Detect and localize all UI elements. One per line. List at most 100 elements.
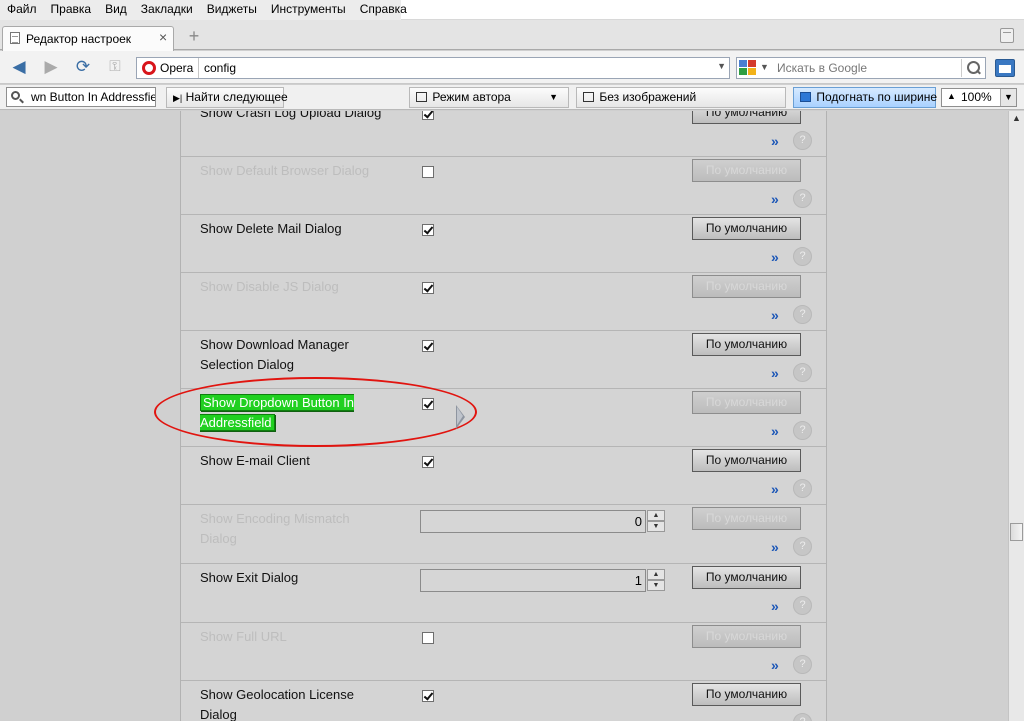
pref-checkbox[interactable] <box>422 111 434 120</box>
close-tab-icon[interactable]: × <box>159 29 167 45</box>
help-icon[interactable]: ? <box>793 189 812 208</box>
default-button[interactable]: По умолчанию <box>692 566 801 589</box>
pref-checkbox[interactable] <box>422 282 434 294</box>
search-field[interactable]: ▼ Искать в Google <box>736 57 986 79</box>
pref-checkbox[interactable] <box>422 224 434 236</box>
default-button[interactable]: По умолчанию <box>692 275 801 298</box>
menu-file[interactable]: Файл <box>0 0 44 20</box>
pref-spinner[interactable]: ▲ ▼ <box>647 510 665 533</box>
more-info-icon[interactable]: » <box>771 657 779 673</box>
more-info-icon[interactable]: » <box>771 191 779 207</box>
tab-preferences-editor[interactable]: Редактор настроек × <box>2 26 174 51</box>
more-info-icon[interactable]: » <box>771 539 779 555</box>
spin-down-icon[interactable]: ▼ <box>647 521 665 532</box>
back-icon[interactable]: ◀ <box>8 57 30 77</box>
more-info-icon[interactable]: » <box>771 249 779 265</box>
more-info-icon[interactable]: » <box>771 715 779 721</box>
search-engine-dropdown-icon[interactable]: ▼ <box>760 62 769 72</box>
pref-row: Show Dropdown Button In Addressfield По у… <box>181 389 826 447</box>
help-icon[interactable]: ? <box>793 713 812 721</box>
default-button[interactable]: По умолчанию <box>692 625 801 648</box>
more-info-icon[interactable]: » <box>771 133 779 149</box>
menu-edit[interactable]: Правка <box>44 0 99 20</box>
spin-down-icon[interactable]: ▼ <box>647 580 665 591</box>
help-icon[interactable]: ? <box>793 596 812 615</box>
help-icon[interactable]: ? <box>793 131 812 150</box>
help-icon[interactable]: ? <box>793 479 812 498</box>
pref-row: Show Geolocation License Dialog По умолча… <box>181 681 826 721</box>
pref-checkbox[interactable] <box>422 398 434 410</box>
help-icon[interactable]: ? <box>793 421 812 440</box>
default-button[interactable]: По умолчанию <box>692 333 801 356</box>
pref-checkbox[interactable] <box>422 166 434 178</box>
menu-bookmarks[interactable]: Закладки <box>134 0 200 20</box>
pref-label-text: Show Crash Log Upload Dialog <box>200 111 382 120</box>
help-icon[interactable]: ? <box>793 537 812 556</box>
mail-icon[interactable] <box>995 59 1015 77</box>
pref-checkbox[interactable] <box>422 340 434 352</box>
more-info-icon[interactable]: » <box>771 307 779 323</box>
help-icon[interactable]: ? <box>793 363 812 382</box>
more-info-icon[interactable]: » <box>771 365 779 381</box>
author-mode-dropdown-icon[interactable]: ▼ <box>549 88 558 107</box>
default-button[interactable]: По умолчанию <box>692 507 801 530</box>
pref-spinner[interactable]: ▲ ▼ <box>647 569 665 592</box>
find-value[interactable]: wn Button In Addressfield <box>31 90 155 104</box>
no-images-button[interactable]: Без изображений <box>576 87 786 108</box>
default-button[interactable]: По умолчанию <box>692 391 801 414</box>
default-button[interactable]: По умолчанию <box>692 217 801 240</box>
fit-width-button[interactable]: Подогнать по ширине <box>793 87 937 108</box>
pref-label: Show Encoding Mismatch Dialog <box>200 509 390 549</box>
spin-up-icon[interactable]: ▲ <box>647 510 665 521</box>
default-button[interactable]: По умолчанию <box>692 159 801 182</box>
more-info-icon[interactable]: » <box>771 423 779 439</box>
search-icon[interactable] <box>961 59 983 77</box>
google-icon[interactable] <box>739 60 757 76</box>
pref-checkbox[interactable] <box>422 690 434 702</box>
author-mode-label: Режим автора <box>432 90 511 104</box>
pref-number-input[interactable]: 0 <box>420 510 646 533</box>
help-icon[interactable]: ? <box>793 247 812 266</box>
default-button[interactable]: По умолчанию <box>692 683 801 706</box>
zoom-dropdown-icon[interactable]: ▼ <box>1000 89 1016 106</box>
default-button[interactable]: По умолчанию <box>692 111 801 124</box>
scrollbar-thumb[interactable] <box>1010 523 1023 541</box>
reload-icon[interactable]: ⟳ <box>72 57 94 77</box>
search-placeholder[interactable]: Искать в Google <box>777 61 867 75</box>
menu-view[interactable]: Вид <box>98 0 134 20</box>
key-icon[interactable]: ⚿ <box>104 57 126 77</box>
zoom-up-icon[interactable]: ▲ <box>947 88 956 105</box>
find-input[interactable]: wn Button In Addressfield <box>6 87 156 107</box>
menu-tools[interactable]: Инструменты <box>264 0 353 20</box>
pref-checkbox[interactable] <box>422 632 434 644</box>
new-tab-icon[interactable]: + <box>186 27 202 45</box>
address-dropdown-icon[interactable]: ▼ <box>717 61 726 71</box>
default-button[interactable]: По умолчанию <box>692 449 801 472</box>
address-field[interactable]: Opera config ▼ <box>136 57 730 79</box>
author-mode-button[interactable]: Режим автора ▼ <box>409 87 569 108</box>
vertical-scrollbar[interactable]: ▲ <box>1008 111 1024 721</box>
find-next-button[interactable]: ▶| Найти следующее <box>166 87 288 108</box>
find-next-label: Найти следующее <box>185 90 288 104</box>
trash-icon[interactable] <box>1000 28 1014 43</box>
pref-label-text: Show Download Manager Selection Dialog <box>200 337 349 372</box>
navigation-bar: ◀ ▶ ⟳ ⚿ Opera config ▼ ▼ Искать в Google <box>0 51 1024 84</box>
address-url[interactable]: config <box>204 61 236 75</box>
pref-number-input[interactable]: 1 <box>420 569 646 592</box>
forward-icon[interactable]: ▶ <box>40 57 62 77</box>
zoom-control[interactable]: ▲ 100% ▼ <box>941 88 1017 107</box>
help-icon[interactable]: ? <box>793 655 812 674</box>
pref-checkbox[interactable] <box>422 456 434 468</box>
help-icon[interactable]: ? <box>793 305 812 324</box>
menu-widgets[interactable]: Виджеты <box>200 0 264 20</box>
menu-help[interactable]: Справка <box>353 0 414 20</box>
content-area: Show Crash Log Upload Dialog По умолчанию… <box>0 111 1008 721</box>
pref-label-text: Show E-mail Client <box>200 453 310 468</box>
spin-up-icon[interactable]: ▲ <box>647 569 665 580</box>
zoom-value[interactable]: 100% <box>961 89 992 106</box>
scroll-up-icon[interactable]: ▲ <box>1012 113 1021 123</box>
pref-label: Show Default Browser Dialog <box>200 161 390 181</box>
more-info-icon[interactable]: » <box>771 598 779 614</box>
more-info-icon[interactable]: » <box>771 481 779 497</box>
pref-label: Show Disable JS Dialog <box>200 277 390 297</box>
